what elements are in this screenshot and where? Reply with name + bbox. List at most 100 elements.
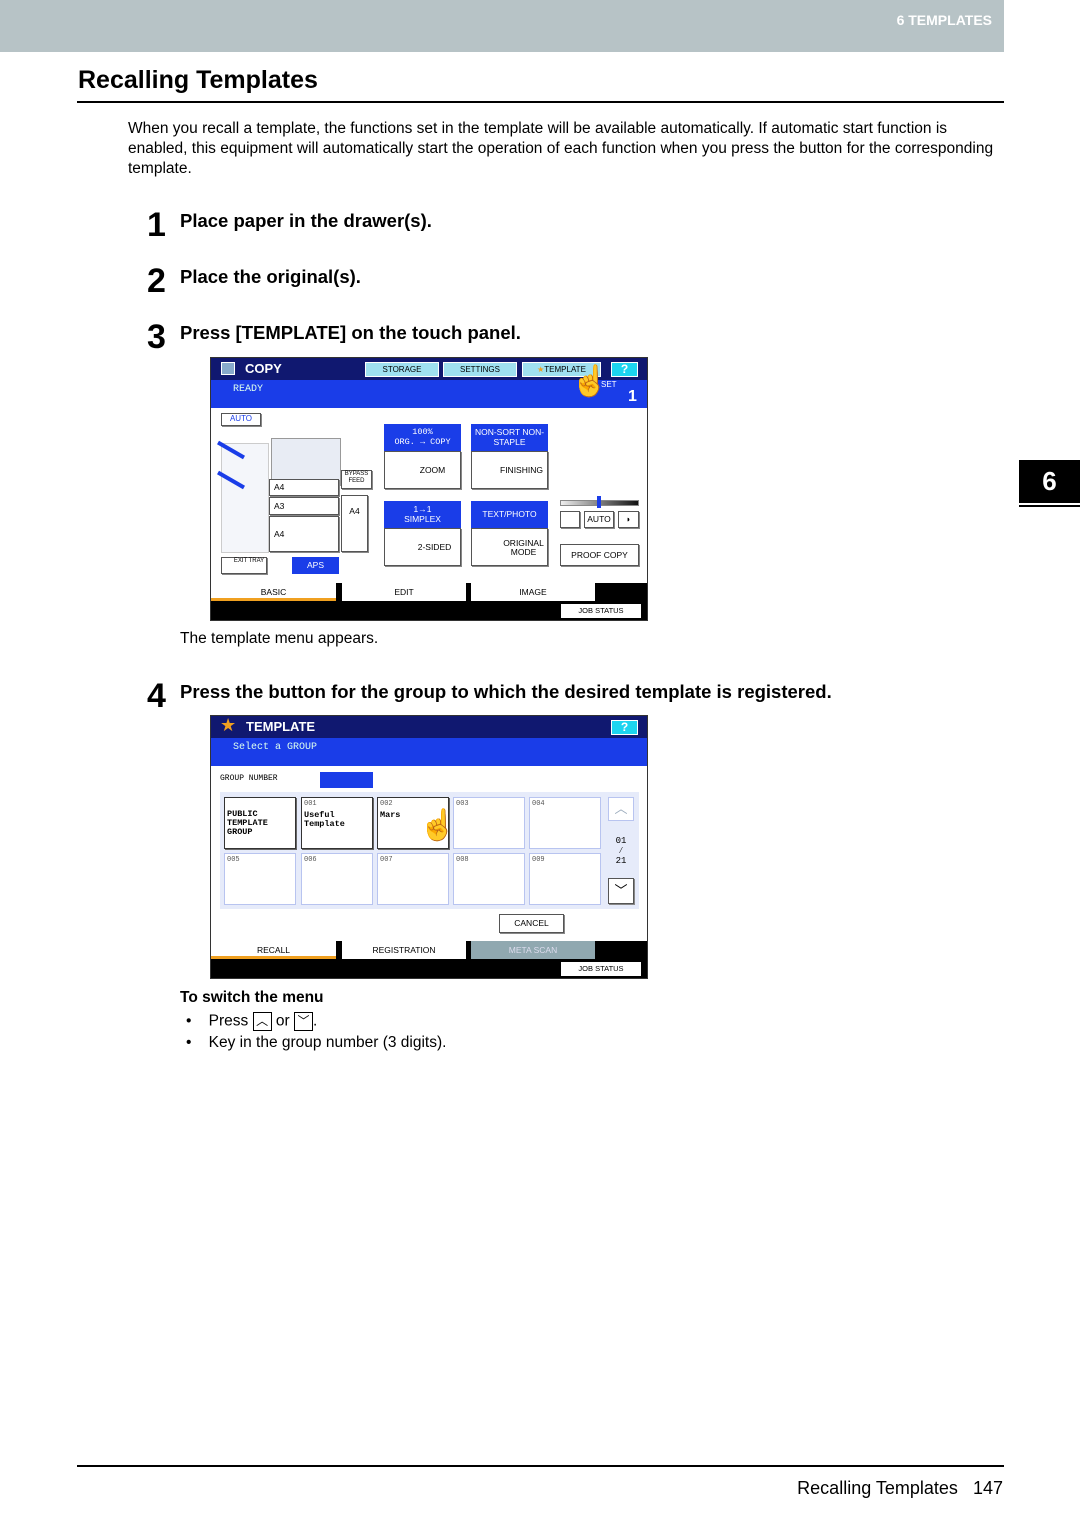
density-slider-handle[interactable]: [597, 496, 601, 508]
group-cell-button[interactable]: 006: [301, 853, 373, 905]
zoom-status: 100% ORG. → COPY: [384, 424, 461, 451]
copy-icon: [221, 362, 235, 375]
divider: [77, 101, 1004, 103]
step-text: Place the original(s).: [180, 266, 361, 287]
settings-button[interactable]: SETTINGS: [443, 362, 517, 377]
set-count: 1: [628, 388, 637, 405]
tray-2-button[interactable]: A3: [269, 497, 339, 515]
group-number-input[interactable]: [320, 772, 373, 788]
group-number: 003: [456, 800, 469, 808]
group-cell-button[interactable]: 007: [377, 853, 449, 905]
tray-1-button[interactable]: A4: [269, 479, 339, 496]
group-cell-button[interactable]: 004: [529, 797, 601, 849]
page-up-button[interactable]: ︿: [608, 797, 634, 821]
chapter-tab: 6: [1019, 460, 1080, 503]
step-number: 1: [147, 206, 166, 244]
page-footer: Recalling Templates 147: [797, 1478, 1003, 1499]
original-mode-button[interactable]: ORIGINAL MODE: [471, 528, 548, 566]
group-number: 008: [456, 856, 469, 864]
up-key-icon: ︿: [252, 1012, 272, 1031]
group-cell-button[interactable]: 001 Useful Template: [301, 797, 373, 849]
group-number: 005: [227, 856, 240, 864]
duplex-status: 1→1 SIMPLEX: [384, 501, 461, 528]
group-number: 001: [304, 800, 317, 808]
step-text: Press the button for the group to which …: [180, 681, 832, 702]
group-cell-button[interactable]: PUBLIC TEMPLATE GROUP: [224, 797, 296, 849]
tab-image[interactable]: IMAGE: [471, 583, 595, 601]
switch-heading: To switch the menu: [180, 989, 324, 1006]
group-cell-button[interactable]: 008: [453, 853, 525, 905]
page-indicator: 01 ⁄ 21: [608, 836, 634, 866]
page-current: 01: [615, 836, 627, 846]
tab-basic[interactable]: BASIC: [211, 583, 336, 601]
group-name: PUBLIC TEMPLATE GROUP: [227, 809, 268, 837]
chapter-label: 6 TEMPLATES: [896, 12, 992, 28]
darker-button[interactable]: ◗: [618, 511, 639, 528]
tab-recall[interactable]: RECALL: [211, 941, 336, 959]
pointer-hand-icon: ☝: [418, 809, 457, 843]
down-key-icon: ﹀: [294, 1012, 314, 1031]
group-number: 002: [380, 800, 393, 808]
cancel-button[interactable]: CANCEL: [499, 914, 564, 933]
divider: [77, 1465, 1004, 1467]
step-number: 4: [147, 677, 166, 715]
intro-text: When you recall a template, the function…: [128, 120, 994, 177]
group-number: 004: [532, 800, 545, 808]
exit-tray-button[interactable]: EXIT TRAY: [221, 557, 267, 574]
tab-meta-scan[interactable]: META SCAN: [471, 941, 595, 959]
aps-button[interactable]: APS: [292, 557, 339, 574]
step-number: 2: [147, 262, 166, 300]
bullet-text: Key in the group number (3 digits).: [208, 1034, 447, 1051]
bullet-text: or: [275, 1012, 290, 1030]
lighter-button[interactable]: [560, 511, 580, 528]
step-text: Press [TEMPLATE] on the touch panel.: [180, 322, 521, 343]
group-name: Useful Template: [304, 810, 345, 829]
density-auto-button[interactable]: AUTO: [584, 511, 614, 528]
group-number: 009: [532, 856, 545, 864]
zoom-sub: ORG. → COPY: [394, 437, 451, 447]
page-title: Recalling Templates: [78, 66, 318, 94]
panel-title: TEMPLATE: [246, 719, 316, 734]
footer-title: Recalling Templates: [797, 1478, 958, 1498]
job-status-button[interactable]: JOB STATUS: [561, 604, 641, 618]
storage-button[interactable]: STORAGE: [365, 362, 439, 377]
help-button[interactable]: ?: [611, 720, 638, 735]
lcf-tray-button[interactable]: A4: [341, 495, 368, 552]
bullet-item: • Key in the group number (3 digits).: [186, 1034, 447, 1051]
tray-3-button[interactable]: A4: [269, 516, 339, 552]
copy-panel-screenshot: COPY STORAGE SETTINGS ★TEMPLATE ? READY …: [210, 357, 648, 621]
bypass-feed-button[interactable]: BYPASS FEED: [341, 470, 372, 489]
step-number: 3: [147, 318, 166, 356]
bullet-text: .: [313, 1012, 318, 1030]
job-status-button[interactable]: JOB STATUS: [561, 962, 641, 976]
group-cell-button[interactable]: 003: [453, 797, 525, 849]
star-icon: ★: [220, 715, 237, 735]
note-text: The template menu appears.: [180, 630, 379, 647]
zoom-button[interactable]: ZOOM: [384, 451, 461, 489]
pointer-hand-icon: ☝: [570, 365, 609, 399]
status-band: Select a GROUP: [211, 738, 647, 766]
finishing-button[interactable]: FINISHING: [471, 451, 548, 489]
template-panel-screenshot: ★ TEMPLATE ? Select a GROUP GROUP NUMBER…: [210, 715, 648, 979]
page-number: 147: [972, 1478, 1003, 1498]
finishing-status: NON-SORT NON-STAPLE: [471, 424, 548, 451]
panel-title: COPY: [245, 361, 282, 376]
original-mode-status: TEXT/PHOTO: [471, 501, 548, 528]
step-text: Place paper in the drawer(s).: [180, 210, 432, 231]
group-cell-button[interactable]: 005: [224, 853, 296, 905]
zoom-ratio: 100%: [412, 427, 433, 437]
header-bar: [0, 0, 1004, 52]
bullet-text: Press: [208, 1012, 249, 1030]
2-sided-button[interactable]: 2-SIDED: [384, 528, 461, 566]
page-total: 21: [615, 856, 627, 866]
bullet-item: • Press ︿ or ﹀.: [186, 1012, 318, 1031]
group-cell-button[interactable]: 009: [529, 853, 601, 905]
tab-edit[interactable]: EDIT: [342, 583, 466, 601]
tab-registration[interactable]: REGISTRATION: [342, 941, 466, 959]
group-number: 007: [380, 856, 393, 864]
page-down-button[interactable]: ﹀: [608, 878, 634, 904]
proof-copy-button[interactable]: PROOF COPY: [560, 544, 639, 566]
group-number: 006: [304, 856, 317, 864]
help-button[interactable]: ?: [611, 362, 638, 377]
group-number-label: GROUP NUMBER: [220, 774, 278, 783]
